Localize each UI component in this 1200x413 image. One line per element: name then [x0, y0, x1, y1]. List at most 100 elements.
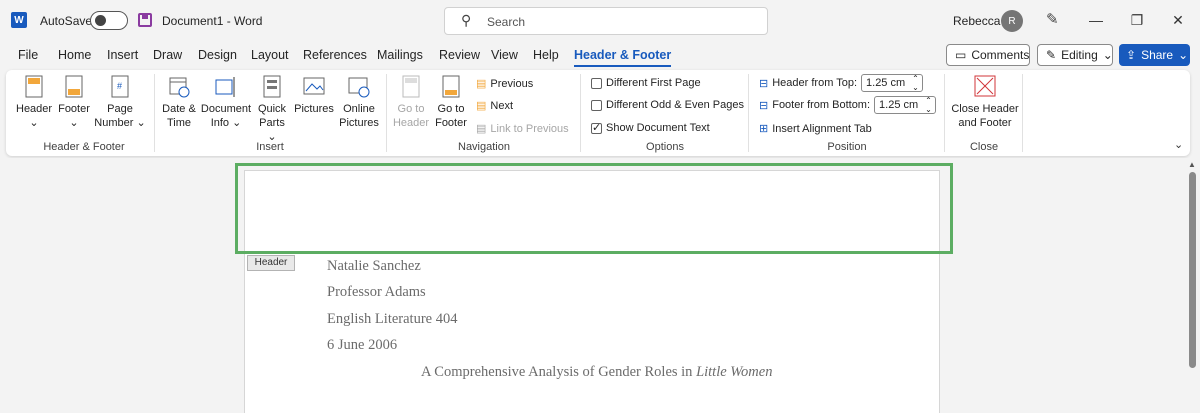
group-label-header-footer: Header & Footer: [43, 141, 125, 153]
checkbox-checked: [591, 121, 602, 134]
essay-title[interactable]: A Comprehensive Analysis of Gender Roles…: [421, 364, 772, 381]
go-to-header-icon: [402, 75, 420, 98]
avatar[interactable]: R: [1001, 10, 1023, 32]
close-header-footer-button[interactable]: Close Header and Footer: [950, 75, 1020, 130]
close-header-footer-label: Close Header: [951, 103, 1019, 115]
document-info-label-2: Info ⌄: [210, 117, 242, 129]
checkbox-unchecked: [591, 77, 602, 89]
header-label: Header: [16, 103, 53, 115]
tab-header-footer[interactable]: Header & Footer: [574, 48, 672, 67]
title-bar: W AutoSave Document1 - Word ⚲ Search Reb…: [0, 0, 1200, 42]
tab-help[interactable]: Help: [533, 48, 559, 62]
previous-button[interactable]: ▤ Previous: [476, 77, 534, 91]
online-pictures-label-2: Pictures: [339, 117, 379, 129]
different-first-page-checkbox[interactable]: Different First Page: [591, 77, 701, 89]
header-tag: Header: [247, 255, 295, 271]
date-time-label: Date &: [162, 103, 196, 115]
footer-position-icon: ⊟: [759, 99, 769, 112]
search-box[interactable]: ⚲ Search: [444, 7, 768, 35]
next-button[interactable]: ▤ Next: [476, 99, 514, 113]
svg-text:#: #: [117, 81, 122, 91]
scroll-up-arrow-icon[interactable]: ▲: [1188, 160, 1196, 169]
tab-mailings[interactable]: Mailings: [377, 48, 423, 62]
go-to-footer-label-2: Footer: [435, 117, 467, 129]
share-button[interactable]: ⇪ Share ⌄: [1119, 44, 1190, 66]
toggle-knob: [95, 15, 106, 26]
header-button[interactable]: Header ⌄: [16, 75, 52, 130]
show-document-text-checkbox[interactable]: Show Document Text: [591, 121, 710, 134]
go-to-header-label: Go to: [397, 103, 425, 115]
insert-alignment-tab-button[interactable]: ⊞ Insert Alignment Tab: [759, 122, 872, 136]
tab-view[interactable]: View: [491, 48, 518, 62]
group-label-options: Options: [646, 141, 684, 153]
save-icon[interactable]: [138, 13, 152, 27]
document-info-button[interactable]: Document Info ⌄: [200, 75, 252, 130]
different-odd-even-label: Different Odd & Even Pages: [606, 99, 744, 111]
go-to-footer-icon: [442, 75, 460, 98]
page-number-button[interactable]: # Page Number ⌄: [94, 75, 146, 130]
go-to-footer-label: Go to: [437, 103, 465, 115]
alignment-tab-icon: ⊞: [759, 123, 769, 135]
close-header-footer-label-2: and Footer: [958, 117, 1012, 129]
tab-design[interactable]: Design: [198, 48, 237, 62]
header-from-top-label: Header from Top:: [772, 77, 858, 89]
tab-file[interactable]: File: [18, 48, 38, 62]
header-editing-area[interactable]: [235, 163, 953, 254]
tab-insert[interactable]: Insert: [107, 48, 138, 62]
next-label: Next: [490, 99, 514, 112]
footer-from-bottom-label: Footer from Bottom:: [772, 99, 871, 111]
quick-parts-button[interactable]: Quick Parts ⌄: [254, 75, 290, 144]
footer-icon: [65, 75, 83, 98]
comments-label: Comments: [971, 48, 1030, 62]
editing-mode-button[interactable]: ✎ Editing ⌄: [1037, 44, 1113, 66]
go-to-footer-button[interactable]: Go to Footer: [432, 75, 470, 130]
collapse-ribbon-icon[interactable]: ⌄: [1174, 138, 1183, 151]
show-document-text-label: Show Document Text: [606, 122, 710, 134]
scrollbar-thumb[interactable]: [1189, 172, 1196, 368]
chevron-down-icon: ⌄: [1102, 48, 1113, 62]
header-from-top-control: ⊟ Header from Top: 1.25 cm: [759, 74, 924, 92]
group-divider: [580, 74, 581, 152]
footer-button[interactable]: Footer ⌄: [56, 75, 92, 130]
header-from-top-input[interactable]: 1.25 cm: [861, 74, 924, 92]
tab-home[interactable]: Home: [58, 48, 91, 62]
document-info-label: Document: [200, 103, 252, 115]
page-number-icon: #: [111, 75, 129, 98]
word-app-icon: W: [11, 12, 27, 28]
previous-label: Previous: [490, 77, 534, 90]
restore-button[interactable]: ❐: [1129, 12, 1145, 28]
editing-label: Editing: [1061, 48, 1098, 62]
comments-button[interactable]: ▭ Comments: [946, 44, 1030, 66]
footer-label: Footer: [58, 103, 90, 115]
document-line[interactable]: English Literature 404: [327, 311, 457, 328]
autosave-toggle[interactable]: [90, 11, 128, 30]
date-time-button[interactable]: Date & Time: [159, 75, 199, 130]
footer-from-bottom-input[interactable]: 1.25 cm: [874, 96, 937, 114]
minimize-button[interactable]: —: [1088, 12, 1104, 28]
document-line[interactable]: 6 June 2006: [327, 337, 397, 354]
pictures-button[interactable]: Pictures: [293, 75, 335, 116]
designer-pen-icon[interactable]: ✎: [1046, 10, 1059, 28]
tab-layout[interactable]: Layout: [251, 48, 289, 62]
go-to-header-button[interactable]: Go to Header: [392, 75, 430, 130]
ribbon: Header ⌄ Footer ⌄ # Page Number ⌄ Header & …: [6, 70, 1190, 156]
user-name[interactable]: Rebecca: [953, 14, 1000, 28]
group-label-insert: Insert: [256, 141, 284, 153]
group-label-position: Position: [827, 141, 867, 153]
tab-references[interactable]: References: [303, 48, 367, 62]
footer-caret: ⌄: [69, 117, 79, 129]
insert-alignment-tab-label: Insert Alignment Tab: [772, 122, 872, 135]
next-icon: ▤: [476, 100, 487, 112]
header-icon: [25, 75, 43, 98]
page-number-label: Page: [107, 103, 133, 115]
close-window-button[interactable]: ✕: [1170, 12, 1186, 28]
different-odd-even-checkbox[interactable]: Different Odd & Even Pages: [591, 99, 744, 111]
pictures-icon: [303, 77, 325, 95]
document-line[interactable]: Natalie Sanchez: [327, 258, 421, 275]
online-pictures-button[interactable]: Online Pictures: [337, 75, 381, 130]
tab-review[interactable]: Review: [439, 48, 480, 62]
tab-draw[interactable]: Draw: [153, 48, 182, 62]
online-pictures-icon: [348, 77, 370, 98]
link-to-previous-button[interactable]: ▤ Link to Previous: [476, 122, 569, 136]
document-line[interactable]: Professor Adams: [327, 284, 426, 301]
